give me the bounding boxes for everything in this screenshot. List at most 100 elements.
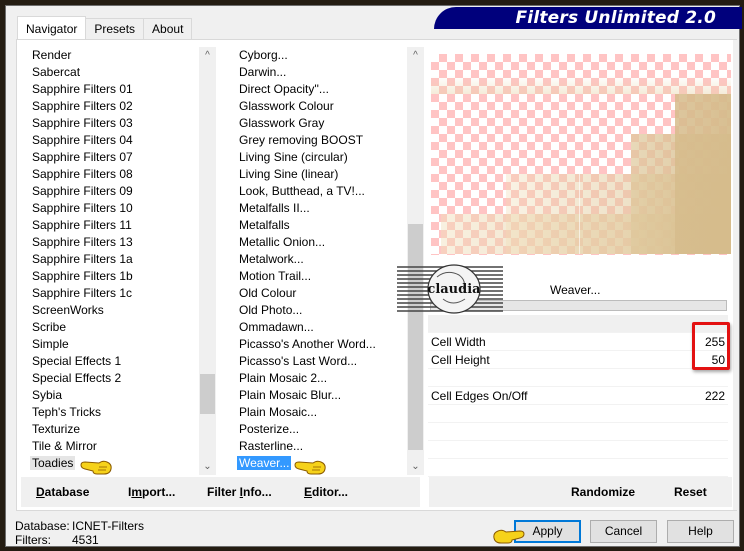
filter-item[interactable]: Metalfalls II...: [236, 200, 426, 217]
parameter-header: [428, 315, 728, 333]
category-item[interactable]: Sapphire Filters 10: [29, 200, 217, 217]
filter-item[interactable]: Weaver...: [236, 455, 426, 472]
preview-image: [431, 54, 731, 255]
database-button[interactable]: Database: [36, 485, 89, 499]
category-scrollbar[interactable]: ^ ⌄: [199, 47, 216, 475]
filter-item[interactable]: Plain Mosaic Blur...: [236, 387, 426, 404]
tab-strip: Navigator Presets About: [17, 16, 193, 39]
filter-item-label: Metalfalls: [239, 218, 290, 232]
randomize-button[interactable]: Randomize: [571, 485, 635, 499]
category-item[interactable]: Sybia: [29, 387, 217, 404]
category-item[interactable]: Teph's Tricks: [29, 404, 217, 421]
filter-scrollbar[interactable]: ^ ⌄: [407, 47, 424, 475]
category-item[interactable]: Sapphire Filters 03: [29, 115, 217, 132]
reset-button[interactable]: Reset: [674, 485, 707, 499]
parameter-slider-row[interactable]: [428, 405, 728, 423]
category-item-label: Sabercat: [32, 65, 81, 79]
filter-item-label: Grey removing BOOST: [239, 133, 364, 147]
pointing-hand-icon: [493, 529, 525, 544]
parameter-slider-row[interactable]: Cell Height 50: [428, 351, 728, 369]
parameter-slider-row[interactable]: [428, 441, 728, 459]
filter-item[interactable]: Darwin...: [236, 64, 426, 81]
category-item[interactable]: ScreenWorks: [29, 302, 217, 319]
category-item[interactable]: Render: [29, 47, 217, 64]
filter-item[interactable]: Picasso's Another Word...: [236, 336, 426, 353]
category-item[interactable]: Sapphire Filters 11: [29, 217, 217, 234]
category-item-label: Teph's Tricks: [32, 405, 101, 419]
filter-item[interactable]: Direct Opacity''...: [236, 81, 426, 98]
category-item[interactable]: Simple: [29, 336, 217, 353]
scroll-up-icon[interactable]: ^: [407, 47, 424, 64]
category-item[interactable]: Special Effects 1: [29, 353, 217, 370]
filter-item[interactable]: Cyborg...: [236, 47, 426, 64]
parameter-slider-row[interactable]: Cell Width 255: [428, 333, 728, 351]
filter-item[interactable]: Rasterline...: [236, 438, 426, 455]
filter-item[interactable]: Plain Mosaic...: [236, 404, 426, 421]
category-item[interactable]: Sapphire Filters 08: [29, 166, 217, 183]
filter-item-label: Look, Butthead, a TV!...: [239, 184, 365, 198]
category-item[interactable]: Sapphire Filters 02: [29, 98, 217, 115]
parameter-slider-row[interactable]: [428, 459, 728, 477]
scroll-up-icon[interactable]: ^: [199, 47, 216, 64]
category-item[interactable]: Special Effects 2: [29, 370, 217, 387]
parameter-slider-row[interactable]: [428, 369, 728, 387]
category-item[interactable]: Sapphire Filters 07: [29, 149, 217, 166]
tab-about[interactable]: About: [143, 18, 193, 39]
category-item[interactable]: Sapphire Filters 01: [29, 81, 217, 98]
tab-navigator[interactable]: Navigator: [17, 16, 87, 39]
filter-item-label: Direct Opacity''...: [239, 82, 329, 96]
filter-item-label: Picasso's Another Word...: [239, 337, 376, 351]
filter-item[interactable]: Posterize...: [236, 421, 426, 438]
category-item[interactable]: Toadies: [29, 455, 217, 472]
filter-item-label: Metalwork...: [239, 252, 304, 266]
tab-presets[interactable]: Presets: [85, 18, 145, 39]
filter-item[interactable]: Living Sine (circular): [236, 149, 426, 166]
filter-item[interactable]: Look, Butthead, a TV!...: [236, 183, 426, 200]
category-item-label: Sybia: [32, 388, 63, 402]
category-item-label: Special Effects 2: [32, 371, 122, 385]
scroll-down-icon[interactable]: ⌄: [407, 458, 424, 475]
scroll-down-icon[interactable]: ⌄: [199, 458, 216, 475]
category-item[interactable]: Sapphire Filters 04: [29, 132, 217, 149]
filters-count: 4531: [72, 533, 99, 547]
category-item[interactable]: Sapphire Filters 09: [29, 183, 217, 200]
filter-info-button[interactable]: Filter Info...: [207, 485, 272, 499]
scroll-thumb[interactable]: [200, 374, 215, 414]
parameter-slider-row[interactable]: [428, 423, 728, 441]
parameter-value: 222: [704, 389, 725, 403]
category-item-label: Render: [32, 48, 72, 62]
filter-item[interactable]: Grey removing BOOST: [236, 132, 426, 149]
filter-item-label: Ommadawn...: [239, 320, 314, 334]
filter-item[interactable]: Metalfalls: [236, 217, 426, 234]
category-list[interactable]: Render Sabercat Sapphire Filters 01 Sapphir…: [29, 47, 217, 475]
filter-item[interactable]: Metallic Onion...: [236, 234, 426, 251]
filter-item[interactable]: Living Sine (linear): [236, 166, 426, 183]
help-button[interactable]: Help: [667, 520, 734, 543]
navigator-button-bar: Database Import... Filter Info... Editor…: [21, 477, 420, 507]
category-item[interactable]: Texturize: [29, 421, 217, 438]
preview-seam: [579, 174, 580, 254]
category-item-label: Sapphire Filters 07: [32, 150, 133, 164]
filter-list[interactable]: Cyborg... Darwin... Direct Opacity''... Gla…: [236, 47, 426, 475]
filter-item[interactable]: Plain Mosaic 2...: [236, 370, 426, 387]
category-item[interactable]: Sabercat: [29, 64, 217, 81]
category-item[interactable]: Sapphire Filters 13: [29, 234, 217, 251]
parameter-slider-row[interactable]: Cell Edges On/Off 222: [428, 387, 728, 405]
import-button[interactable]: Import...: [128, 485, 175, 499]
filter-item-label: Metalfalls II...: [239, 201, 310, 215]
category-item[interactable]: Tile & Mirror: [29, 438, 217, 455]
editor-button[interactable]: Editor...: [304, 485, 348, 499]
category-item[interactable]: Sapphire Filters 1a: [29, 251, 217, 268]
filter-item[interactable]: Picasso's Last Word...: [236, 353, 426, 370]
database-value: ICNET-Filters: [72, 519, 144, 533]
category-item-label: ScreenWorks: [32, 303, 104, 317]
category-item[interactable]: Scribe: [29, 319, 217, 336]
annotation-highlight: [692, 322, 730, 370]
scroll-thumb[interactable]: [408, 224, 423, 450]
filter-item[interactable]: Glasswork Gray: [236, 115, 426, 132]
category-item[interactable]: Sapphire Filters 1c: [29, 285, 217, 302]
cancel-button[interactable]: Cancel: [590, 520, 657, 543]
category-item[interactable]: Sapphire Filters 1b: [29, 268, 217, 285]
filter-item[interactable]: Ommadawn...: [236, 319, 426, 336]
filter-item[interactable]: Glasswork Colour: [236, 98, 426, 115]
